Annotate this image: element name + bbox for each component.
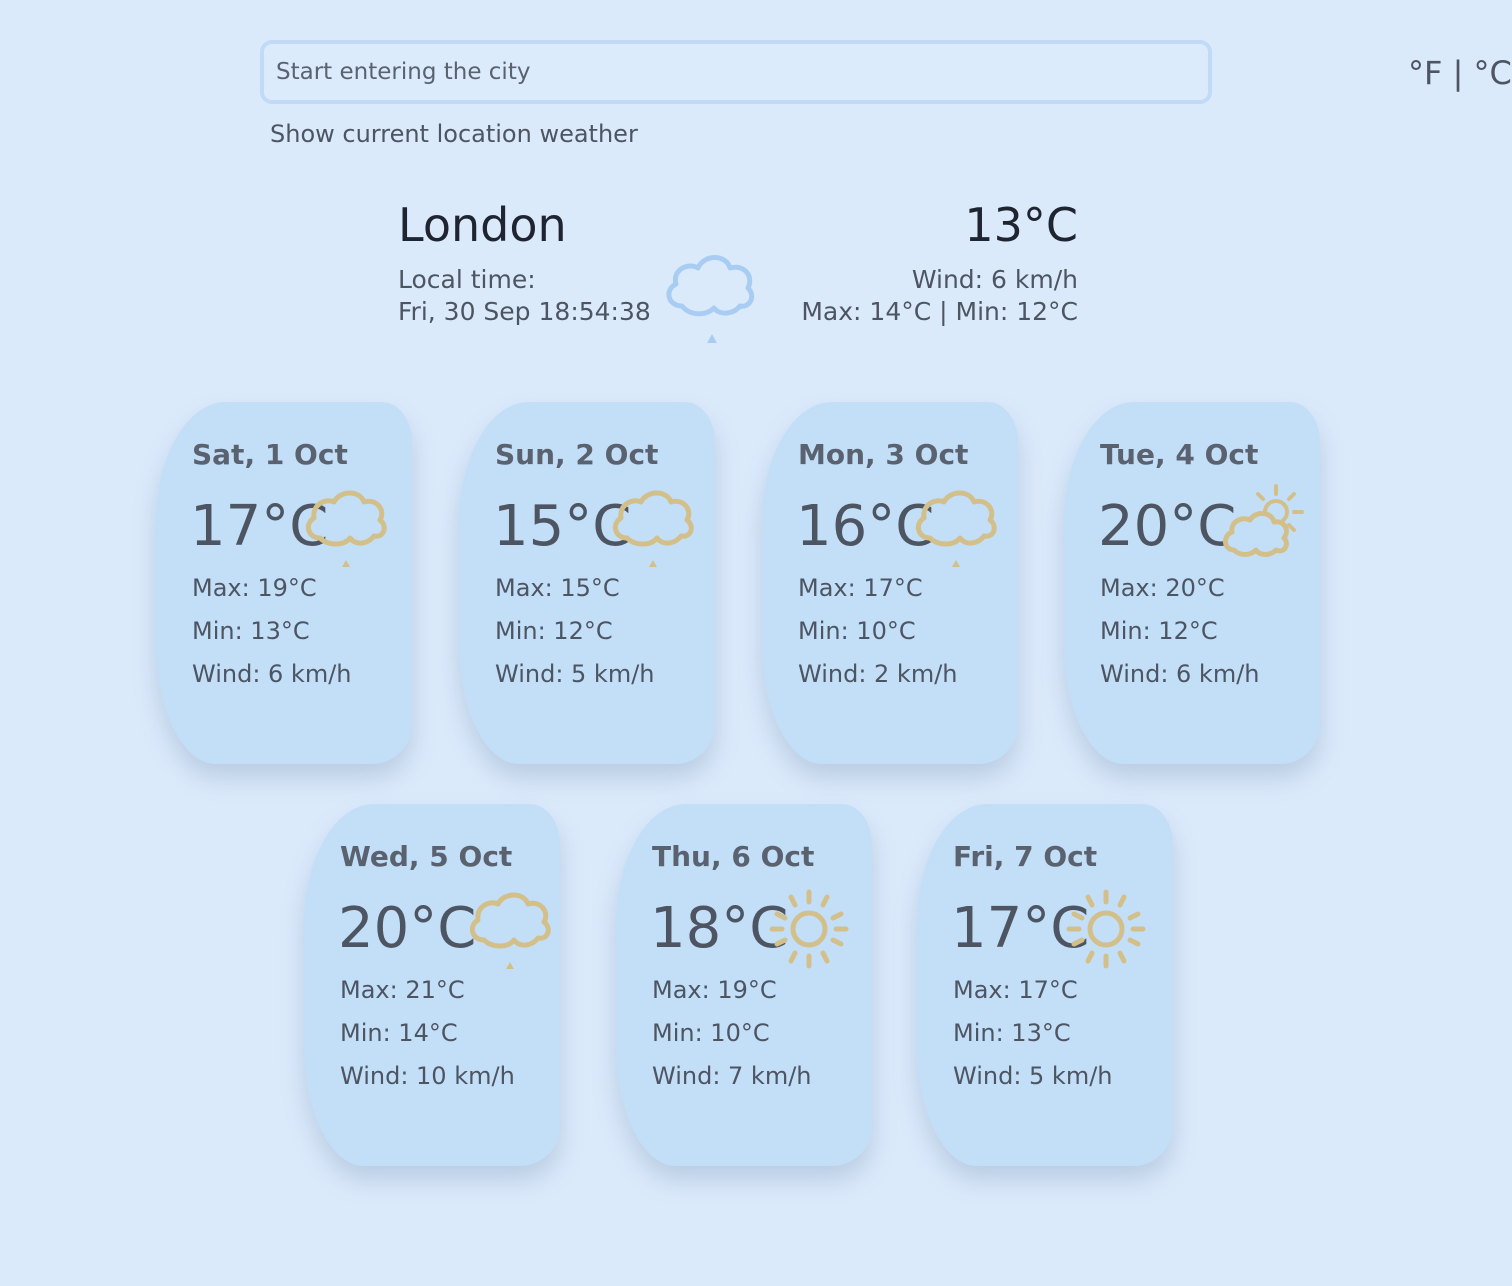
forecast-wind: Wind: 7 km/h (652, 1062, 812, 1090)
forecast-card: Thu, 6 Oct 18°C Max: 19°C Min: 10°C Wind… (616, 804, 872, 1166)
sun-icon (769, 889, 849, 969)
forecast-day: Sat, 1 Oct (192, 438, 348, 471)
forecast-max: Max: 17°C (798, 574, 923, 602)
partly-cloudy-icon (1223, 484, 1304, 557)
forecast-max: Max: 20°C (1100, 574, 1225, 602)
forecast-day: Mon, 3 Oct (798, 438, 969, 471)
celsius-toggle[interactable]: °C (1474, 54, 1512, 92)
forecast-max: Max: 19°C (192, 574, 317, 602)
forecast-min: Min: 10°C (798, 617, 916, 645)
fahrenheit-toggle[interactable]: °F (1408, 54, 1442, 92)
forecast-wind: Wind: 6 km/h (192, 660, 352, 688)
forecast-card: Sun, 2 Oct 15°C Max: 15°C Min: 12°C Wind… (459, 402, 715, 764)
current-max-min: Max: 14°C | Min: 12°C (801, 297, 1078, 326)
city-name: London (398, 198, 567, 252)
unit-separator: | (1452, 54, 1464, 92)
forecast-card: Tue, 4 Oct 20°C Max: 20°C Min: 12°C Wind… (1064, 402, 1320, 764)
current-location-link[interactable]: Show current location weather (270, 120, 638, 148)
city-search-input[interactable] (260, 40, 1212, 104)
forecast-min: Min: 12°C (1100, 617, 1218, 645)
cloud-rain-icon (305, 490, 387, 567)
forecast-min: Min: 13°C (192, 617, 310, 645)
forecast-wind: Wind: 5 km/h (953, 1062, 1113, 1090)
forecast-day: Sun, 2 Oct (495, 438, 659, 471)
forecast-max: Max: 19°C (652, 976, 777, 1004)
cloud-rain-icon (915, 490, 997, 567)
sun-icon (1066, 889, 1146, 969)
forecast-day: Wed, 5 Oct (340, 840, 513, 873)
cloud-rain-icon (612, 490, 694, 567)
forecast-card: Wed, 5 Oct 20°C Max: 21°C Min: 14°C Wind… (304, 804, 560, 1166)
local-time-value: Fri, 30 Sep 18:54:38 (398, 297, 651, 326)
cloud-rain-icon (666, 255, 755, 343)
forecast-min: Min: 12°C (495, 617, 613, 645)
local-time-label: Local time: (398, 265, 536, 294)
forecast-min: Min: 14°C (340, 1019, 458, 1047)
cloud-rain-icon (469, 892, 551, 969)
forecast-day: Thu, 6 Oct (652, 840, 815, 873)
forecast-card: Fri, 7 Oct 17°C Max: 17°C Min: 13°C Wind… (917, 804, 1173, 1166)
forecast-temp: 20°C (338, 896, 477, 961)
forecast-max: Max: 21°C (340, 976, 465, 1004)
forecast-wind: Wind: 2 km/h (798, 660, 958, 688)
current-temperature: 13°C (964, 198, 1078, 252)
forecast-card: Sat, 1 Oct 17°C Max: 19°C Min: 13°C Wind… (156, 402, 412, 764)
forecast-card: Mon, 3 Oct 16°C Max: 17°C Min: 10°C Wind… (762, 402, 1018, 764)
forecast-max: Max: 17°C (953, 976, 1078, 1004)
unit-toggle: °F | °C (1408, 54, 1512, 92)
current-wind: Wind: 6 km/h (911, 265, 1078, 294)
forecast-wind: Wind: 6 km/h (1100, 660, 1260, 688)
forecast-min: Min: 10°C (652, 1019, 770, 1047)
forecast-max: Max: 15°C (495, 574, 620, 602)
forecast-wind: Wind: 5 km/h (495, 660, 655, 688)
forecast-min: Min: 13°C (953, 1019, 1071, 1047)
forecast-wind: Wind: 10 km/h (340, 1062, 515, 1090)
forecast-day: Tue, 4 Oct (1100, 438, 1259, 471)
forecast-temp: 20°C (1098, 494, 1237, 559)
forecast-day: Fri, 7 Oct (953, 840, 1098, 873)
